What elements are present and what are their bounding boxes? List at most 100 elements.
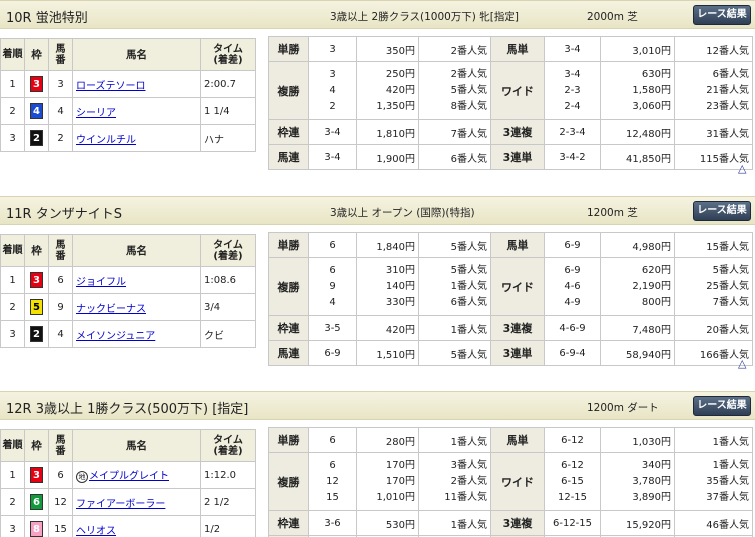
waku-cell: 8 [24,515,49,537]
horse-name-link[interactable]: ファイアーボーラー [76,499,165,510]
horse-name-link[interactable]: ナックビーナス [76,304,146,315]
race-result-button[interactable]: レース結果 [693,5,751,25]
umaren-popularity: 6番人気 [418,144,491,170]
horse-name-link[interactable]: メイソンジュニア [76,331,155,342]
race-header: 10R 蛍池特別 3歳以上 2勝クラス(1000万下) 牝[指定] 2000m 芝 レ… [0,0,755,29]
bet-label-sanrentan: 3連単 [490,340,545,366]
finish-order: 1 [0,461,25,489]
horse-name-link[interactable]: ウインルチル [76,135,136,146]
bet-label-umaren: 馬連 [268,144,309,170]
horse-name-link[interactable]: メイプルグレイト [89,471,169,482]
bet-label-umatan: 馬単 [490,232,545,258]
tansho-popularity: 2番人気 [418,36,491,62]
header-horse: 馬名 [72,429,201,462]
wakuren-combination: 3-6 [308,510,357,536]
payout-row-4: 馬連 3-4 1,900円 6番人気 3連単 3-4-2 41,850円 115番人気 [268,144,753,170]
page-top-arrow-icon[interactable]: △ [738,162,746,175]
horse-name-cell: メイソンジュニア [72,320,201,348]
horse-number: 9 [48,293,73,321]
tansho-combination: 6 [308,427,357,453]
table-header-row: 着順枠馬番馬名 タイム (着差) [0,429,256,462]
race-result-button[interactable]: レース結果 [693,396,751,416]
waku-cell: 2 [24,124,49,152]
waku-badge: 8 [30,521,43,537]
waku-badge: 3 [30,467,43,483]
umatan-combination: 3-4 [544,36,601,62]
waku-cell: 3 [24,266,49,294]
umaren-popularity: 5番人気 [418,340,491,366]
header-umaban: 馬番 [48,38,73,71]
horse-name-cell: ファイアーボーラー [72,488,201,516]
race-results-page: 10R 蛍池特別 3歳以上 2勝クラス(1000万下) 牝[指定] 2000m 芝レ… [0,0,755,537]
wakuren-combination: 3-4 [308,119,357,145]
waku-cell: 6 [24,488,49,516]
tansho-payout: 1,840円 [356,232,419,258]
header-horse: 馬名 [72,38,201,71]
horse-name-link[interactable]: シーリア [76,108,116,119]
bet-label-fukusho: 複勝 [268,61,309,120]
horse-number: 6 [48,461,73,489]
horse-name-cell: シーリア [72,97,201,125]
sanrenpuku-payout: 12,480円 [600,119,675,145]
sanrenpuku-combination: 6-12-15 [544,510,601,536]
race-result-button[interactable]: レース結果 [693,201,751,221]
payout-table: 単勝 3 350円 2番人気 馬単 3-4 3,010円 12番人気 複勝 3 4 2 250円 420円… [268,36,753,170]
umaren-payout: 1,900円 [356,144,419,170]
header-order: 着順 [0,38,25,71]
waku-cell: 4 [24,97,49,125]
payout-row-1: 単勝 6 1,840円 5番人気 馬単 6-9 4,980円 15番人気 [268,232,753,258]
umatan-popularity: 15番人気 [674,232,753,258]
table-row: 3 8 15 ヘリオス 1/2 [0,515,256,537]
fukusho-popularities: 2番人気 5番人気 8番人気 [418,61,491,120]
finish-time: 3/4 [200,293,256,321]
local-horse-marker-icon: 地 [76,471,88,483]
bet-label-wakuren: 枠連 [268,119,309,145]
fukusho-popularities: 5番人気 1番人気 6番人気 [418,257,491,316]
bet-label-tansho: 単勝 [268,36,309,62]
wide-payouts: 340円 3,780円 3,890円 [600,452,675,511]
tansho-popularity: 1番人気 [418,427,491,453]
horse-name-link[interactable]: ジョイフル [76,277,126,288]
wakuren-payout: 530円 [356,510,419,536]
header-time: タイム (着差) [200,429,256,462]
wakuren-popularity: 1番人気 [418,510,491,536]
bet-label-tansho: 単勝 [268,232,309,258]
umatan-combination: 6-12 [544,427,601,453]
finish-time: 1/2 [200,515,256,537]
umatan-combination: 6-9 [544,232,601,258]
horse-name-link[interactable]: ヘリオス [76,526,116,537]
bet-label-sanrenpuku: 3連複 [490,510,545,536]
bet-label-wakuren: 枠連 [268,510,309,536]
race-distance: 2000m 芝 [587,11,638,23]
header-order: 着順 [0,234,25,267]
bet-label-sanrenpuku: 3連複 [490,119,545,145]
payout-row-2: 複勝 6 12 15 170円 170円 1,010円 3番人気 2番人気 11番人気 ワイド 6-1… [268,452,753,511]
horse-name-cell: ローズテソーロ [72,70,201,98]
sanrenpuku-combination: 4-6-9 [544,315,601,341]
waku-cell: 3 [24,70,49,98]
race-conditions: 3歳以上 オープン (国際)(特指) [330,207,475,219]
header-time: タイム (着差) [200,234,256,267]
table-header-row: 着順枠馬番馬名 タイム (着差) [0,38,256,71]
waku-badge: 2 [30,326,43,342]
fukusho-combinations: 342 [308,61,357,120]
race-title: 11R タンザナイトS [6,207,122,222]
payout-table: 単勝 6 280円 1番人気 馬単 6-12 1,030円 1番人気 複勝 6 12 15 170円 17… [268,427,753,537]
umatan-payout: 1,030円 [600,427,675,453]
table-row: 1 3 6 地メイプルグレイト 1:12.0 [0,461,256,489]
finish-order: 1 [0,70,25,98]
umatan-popularity: 1番人気 [674,427,753,453]
horse-name-link[interactable]: ローズテソーロ [76,81,146,92]
bet-label-umaren: 馬連 [268,340,309,366]
finish-order: 2 [0,488,25,516]
finish-order-table: 着順枠馬番馬名 タイム (着差) 1 3 6 地メイプルグレイト 1:12.0 2 6 12 ファイア… [0,429,256,537]
bet-label-sanrenpuku: 3連複 [490,315,545,341]
table-row: 3 2 2 ウインルチル ハナ [0,124,256,152]
waku-badge: 3 [30,76,43,92]
table-row: 2 5 9 ナックビーナス 3/4 [0,293,256,321]
header-order: 着順 [0,429,25,462]
header-umaban: 馬番 [48,429,73,462]
finish-time: 2:00.7 [200,70,256,98]
page-top-arrow-icon[interactable]: △ [738,357,746,370]
finish-time: クビ [200,320,256,348]
